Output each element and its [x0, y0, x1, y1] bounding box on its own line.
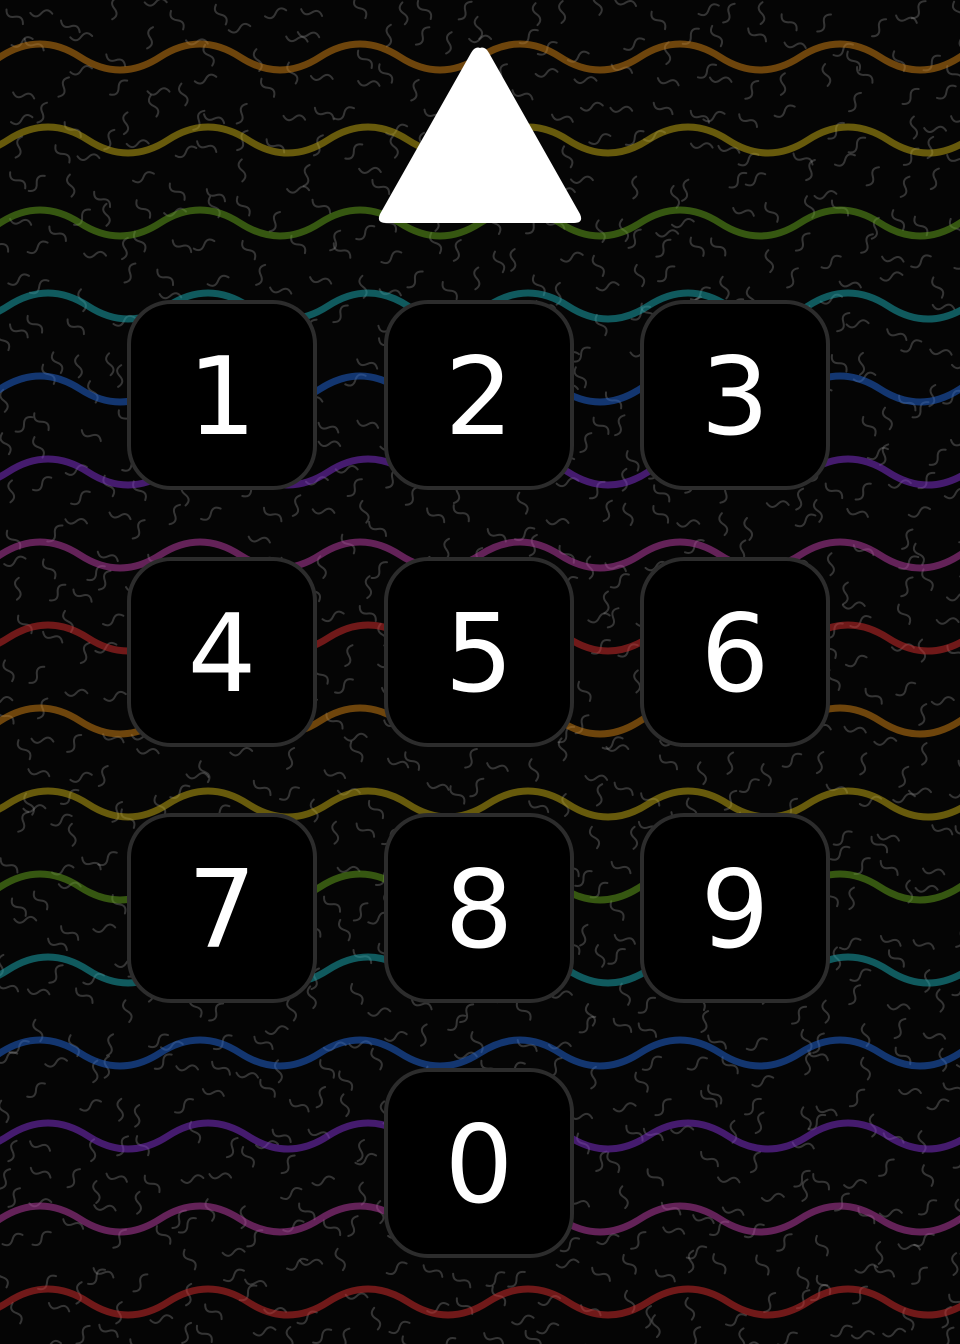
key-3-button[interactable]: 3 [640, 300, 830, 490]
key-8-button[interactable]: 8 [384, 813, 574, 1003]
key-0-label: 0 [444, 1103, 514, 1228]
key-6-label: 6 [700, 592, 770, 717]
key-7-label: 7 [187, 848, 257, 973]
key-5-button[interactable]: 5 [384, 557, 574, 747]
key-4-button[interactable]: 4 [127, 557, 317, 747]
up-triangle-icon [378, 47, 582, 223]
key-2-button[interactable]: 2 [384, 300, 574, 490]
keypad-screen: 1 2 3 4 5 6 7 8 9 0 [0, 0, 960, 1344]
key-2-label: 2 [444, 335, 514, 460]
key-0-button[interactable]: 0 [384, 1068, 574, 1258]
key-6-button[interactable]: 6 [640, 557, 830, 747]
key-1-label: 1 [187, 335, 257, 460]
key-4-label: 4 [187, 592, 257, 717]
key-8-label: 8 [444, 848, 514, 973]
color-wave [0, 1285, 960, 1319]
key-9-button[interactable]: 9 [640, 813, 830, 1003]
key-7-button[interactable]: 7 [127, 813, 317, 1003]
key-9-label: 9 [700, 848, 770, 973]
key-3-label: 3 [700, 335, 770, 460]
up-arrow-button[interactable] [375, 42, 585, 227]
key-1-button[interactable]: 1 [127, 300, 317, 490]
key-5-label: 5 [444, 592, 514, 717]
